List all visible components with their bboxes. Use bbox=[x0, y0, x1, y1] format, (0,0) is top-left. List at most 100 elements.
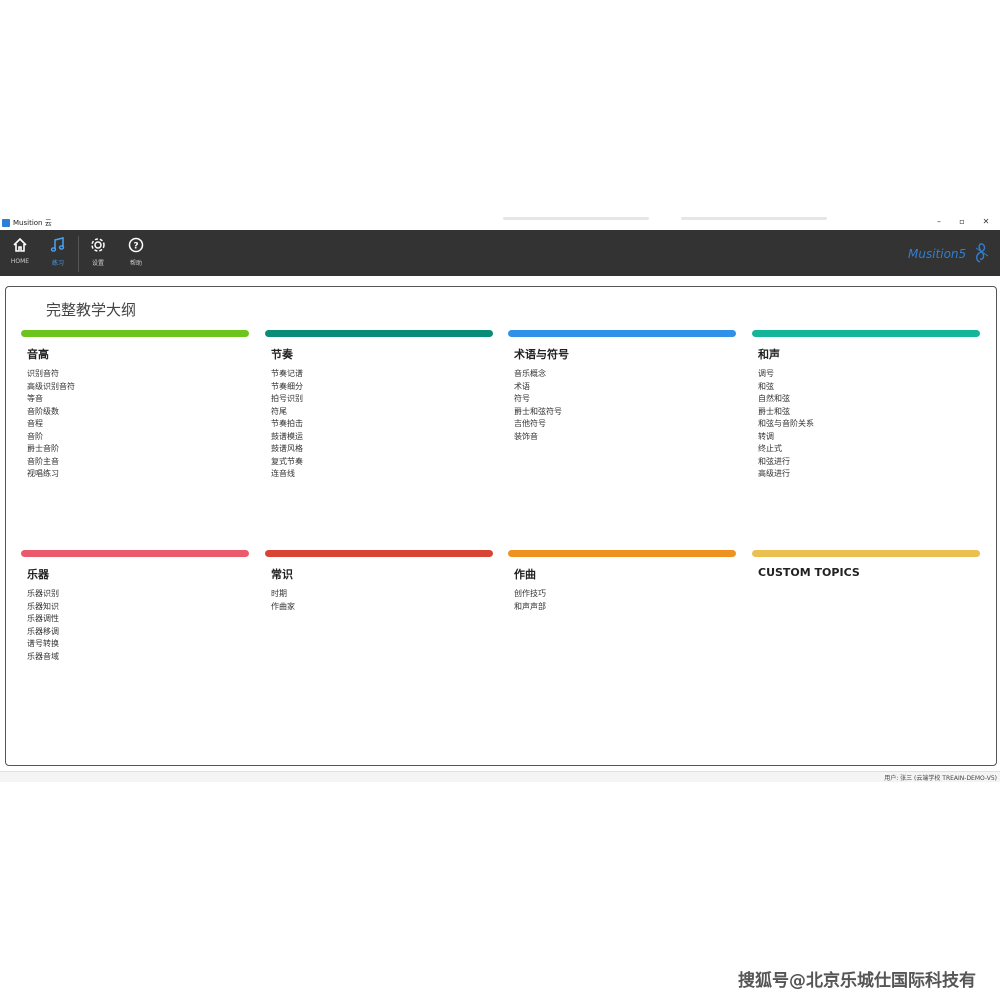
category-title: 术语与符号 bbox=[514, 348, 569, 361]
topic-link[interactable]: 鼓谱模运 bbox=[271, 431, 493, 444]
topic-link[interactable]: 调号 bbox=[758, 368, 980, 381]
music-note-icon bbox=[41, 236, 75, 256]
restore-button[interactable]: ▫ bbox=[955, 217, 969, 226]
topic-link[interactable]: 和声声部 bbox=[514, 601, 736, 614]
category-color-bar bbox=[265, 330, 493, 337]
brand-name: Musition5 bbox=[908, 247, 967, 261]
topic-link[interactable]: 乐器识别 bbox=[27, 588, 249, 601]
topic-link[interactable]: 音程 bbox=[27, 418, 249, 431]
topic-link[interactable]: 爵士和弦 bbox=[758, 406, 980, 419]
status-bar: 用户: 张三 (云端学校 TREAIN-DEMO-V5) bbox=[0, 771, 1000, 782]
topic-link[interactable]: 终止式 bbox=[758, 443, 980, 456]
category-general-knowledge: 常识 时期 作曲家 bbox=[265, 550, 493, 613]
topic-link[interactable]: 鼓谱风格 bbox=[271, 443, 493, 456]
title-bar: Musition 云 – ▫ ✕ bbox=[0, 216, 1000, 230]
topic-link[interactable]: 连音线 bbox=[271, 468, 493, 481]
category-custom-topics: CUSTOM TOPICS bbox=[752, 550, 980, 585]
category-color-bar bbox=[21, 550, 249, 557]
topic-link[interactable]: 乐器调性 bbox=[27, 613, 249, 626]
topic-link[interactable]: 乐器移调 bbox=[27, 626, 249, 639]
home-label: HOME bbox=[10, 258, 30, 265]
page-title: 完整教学大纲 bbox=[46, 301, 137, 319]
brand-treble-clef-icon bbox=[972, 242, 990, 267]
main-toolbar: HOME 练习 设置 ? 帮助 Musition5 bbox=[0, 230, 1000, 276]
topic-link[interactable]: 高级识别音符 bbox=[27, 381, 249, 394]
topic-link[interactable]: 拍号识别 bbox=[271, 393, 493, 406]
topic-link[interactable]: 乐器音域 bbox=[27, 651, 249, 664]
topic-link[interactable]: 音阶主音 bbox=[27, 456, 249, 469]
help-icon: ? bbox=[119, 236, 153, 256]
svg-text:?: ? bbox=[133, 242, 138, 252]
topic-link[interactable]: 音阶级数 bbox=[27, 406, 249, 419]
category-color-bar bbox=[21, 330, 249, 337]
close-button[interactable]: ✕ bbox=[979, 217, 993, 226]
topic-link[interactable]: 爵士音阶 bbox=[27, 443, 249, 456]
home-button[interactable]: HOME bbox=[3, 236, 37, 265]
topic-link[interactable]: 和弦 bbox=[758, 381, 980, 394]
user-status-text: 用户: 张三 (云端学校 TREAIN-DEMO-V5) bbox=[884, 775, 997, 782]
topic-link[interactable]: 吉他符号 bbox=[514, 418, 736, 431]
topic-list: 乐器识别 乐器知识 乐器调性 乐器移调 谱号转换 乐器音域 bbox=[21, 588, 249, 663]
category-title: 常识 bbox=[271, 568, 293, 581]
minimize-button[interactable]: – bbox=[932, 217, 946, 226]
watermark-text: 搜狐号@北京乐城仕国际科技有 bbox=[738, 971, 976, 991]
practice-button[interactable]: 练习 bbox=[41, 236, 75, 267]
topic-link[interactable]: 节奏细分 bbox=[271, 381, 493, 394]
category-composition: 作曲 创作技巧 和声声部 bbox=[508, 550, 736, 613]
topic-link[interactable]: 视唱练习 bbox=[27, 468, 249, 481]
category-title: 和声 bbox=[758, 348, 780, 361]
app-logo-icon bbox=[2, 219, 10, 227]
topic-link[interactable]: 装饰音 bbox=[514, 431, 736, 444]
topic-link[interactable]: 创作技巧 bbox=[514, 588, 736, 601]
category-instruments: 乐器 乐器识别 乐器知识 乐器调性 乐器移调 谱号转换 乐器音域 bbox=[21, 550, 249, 663]
app-window: Musition 云 – ▫ ✕ HOME 练习 设置 ? 帮助 Musitio… bbox=[0, 216, 1000, 782]
help-button[interactable]: ? 帮助 bbox=[119, 236, 153, 267]
category-color-bar bbox=[508, 550, 736, 557]
category-title[interactable]: CUSTOM TOPICS bbox=[758, 566, 980, 579]
topic-list: 节奏记谱 节奏细分 拍号识别 符尾 节奏拍击 鼓谱模运 鼓谱风格 复式节奏 连音线 bbox=[265, 368, 493, 481]
settings-button[interactable]: 设置 bbox=[81, 236, 115, 267]
home-icon bbox=[3, 236, 37, 256]
category-pitch: 音高 识别音符 高级识别音符 等音 音阶级数 音程 音阶 爵士音阶 音阶主音 视唱练习 bbox=[21, 330, 249, 481]
category-harmony: 和声 调号 和弦 自然和弦 爵士和弦 和弦与音阶关系 转调 终止式 和弦进行 高级进行 bbox=[752, 330, 980, 481]
tab-placeholder bbox=[503, 217, 649, 220]
topic-list: 调号 和弦 自然和弦 爵士和弦 和弦与音阶关系 转调 终止式 和弦进行 高级进行 bbox=[752, 368, 980, 481]
category-color-bar bbox=[752, 330, 980, 337]
topic-link[interactable]: 术语 bbox=[514, 381, 736, 394]
topic-link[interactable]: 爵士和弦符号 bbox=[514, 406, 736, 419]
category-color-bar bbox=[752, 550, 980, 557]
topic-link[interactable]: 符号 bbox=[514, 393, 736, 406]
topic-list: 音乐概念 术语 符号 爵士和弦符号 吉他符号 装饰音 bbox=[508, 368, 736, 443]
topic-link[interactable]: 时期 bbox=[271, 588, 493, 601]
category-terms-symbols: 术语与符号 音乐概念 术语 符号 爵士和弦符号 吉他符号 装饰音 bbox=[508, 330, 736, 443]
topic-link[interactable]: 作曲家 bbox=[271, 601, 493, 614]
help-label: 帮助 bbox=[129, 260, 142, 267]
topic-link[interactable]: 音乐概念 bbox=[514, 368, 736, 381]
topic-link[interactable]: 高级进行 bbox=[758, 468, 980, 481]
topic-link[interactable]: 等音 bbox=[27, 393, 249, 406]
topic-link[interactable]: 符尾 bbox=[271, 406, 493, 419]
practice-label: 练习 bbox=[51, 260, 64, 267]
topic-link[interactable]: 和弦进行 bbox=[758, 456, 980, 469]
category-rhythm: 节奏 节奏记谱 节奏细分 拍号识别 符尾 节奏拍击 鼓谱模运 鼓谱风格 复式节奏 连音线 bbox=[265, 330, 493, 481]
topic-link[interactable]: 识别音符 bbox=[27, 368, 249, 381]
topic-link[interactable]: 节奏记谱 bbox=[271, 368, 493, 381]
category-color-bar bbox=[508, 330, 736, 337]
topic-link[interactable]: 和弦与音阶关系 bbox=[758, 418, 980, 431]
gear-icon bbox=[81, 236, 115, 256]
topic-link[interactable]: 谱号转换 bbox=[27, 638, 249, 651]
category-color-bar bbox=[265, 550, 493, 557]
category-title: 节奏 bbox=[271, 348, 293, 361]
brand-logo: Musition5 bbox=[908, 242, 990, 267]
topic-link[interactable]: 转调 bbox=[758, 431, 980, 444]
topic-link[interactable]: 自然和弦 bbox=[758, 393, 980, 406]
category-title: 乐器 bbox=[27, 568, 49, 581]
category-title: 音高 bbox=[27, 348, 49, 361]
topic-link[interactable]: 乐器知识 bbox=[27, 601, 249, 614]
toolbar-divider bbox=[78, 236, 79, 272]
topic-link[interactable]: 节奏拍击 bbox=[271, 418, 493, 431]
topic-list: 识别音符 高级识别音符 等音 音阶级数 音程 音阶 爵士音阶 音阶主音 视唱练习 bbox=[21, 368, 249, 481]
topic-link[interactable]: 音阶 bbox=[27, 431, 249, 444]
category-title: 作曲 bbox=[514, 568, 536, 581]
topic-link[interactable]: 复式节奏 bbox=[271, 456, 493, 469]
